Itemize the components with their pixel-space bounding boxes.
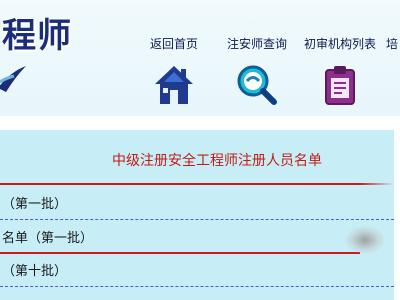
list-item[interactable]: 名单（第一批） <box>0 224 394 254</box>
row-divider <box>0 219 394 220</box>
page-title: 中级注册安全工程师注册人员名单 <box>112 153 322 169</box>
list-item-text[interactable]: （第一批） <box>0 197 67 212</box>
list-item-text[interactable]: （第十批） <box>0 264 67 279</box>
list-item-text[interactable]: 名单（第一批） <box>0 231 93 246</box>
title-underline-fade <box>360 183 394 185</box>
site-logo-text: 程师 <box>2 16 72 56</box>
row-divider <box>0 286 394 287</box>
magnifier-icon <box>237 65 277 105</box>
nav-review-institutions[interactable]: 初审机构列表 <box>301 36 379 112</box>
list-item[interactable]: （第一批） <box>0 190 394 220</box>
nav-query-label: 注安师查询 <box>226 37 287 51</box>
nav-query[interactable]: 注安师查询 <box>222 36 292 112</box>
title-underline <box>0 183 360 185</box>
nav-training-label: 培 <box>386 37 399 51</box>
nav-training[interactable]: 培 <box>386 36 400 112</box>
clipboard-icon <box>325 66 355 105</box>
home-icon <box>155 66 193 104</box>
nav-home-label: 返回首页 <box>149 37 198 51</box>
nav-home[interactable]: 返回首页 <box>146 36 202 112</box>
blurred-watermark <box>345 226 385 254</box>
logo-swoosh-icon <box>0 66 26 92</box>
list-item[interactable]: （第十批） <box>0 257 394 287</box>
site-header: 程师 返回首页 注安师查询 初审机构列表 培 <box>0 0 400 116</box>
row-highlight-line-tail <box>300 252 360 254</box>
nav-review-label: 初审机构列表 <box>303 37 376 51</box>
